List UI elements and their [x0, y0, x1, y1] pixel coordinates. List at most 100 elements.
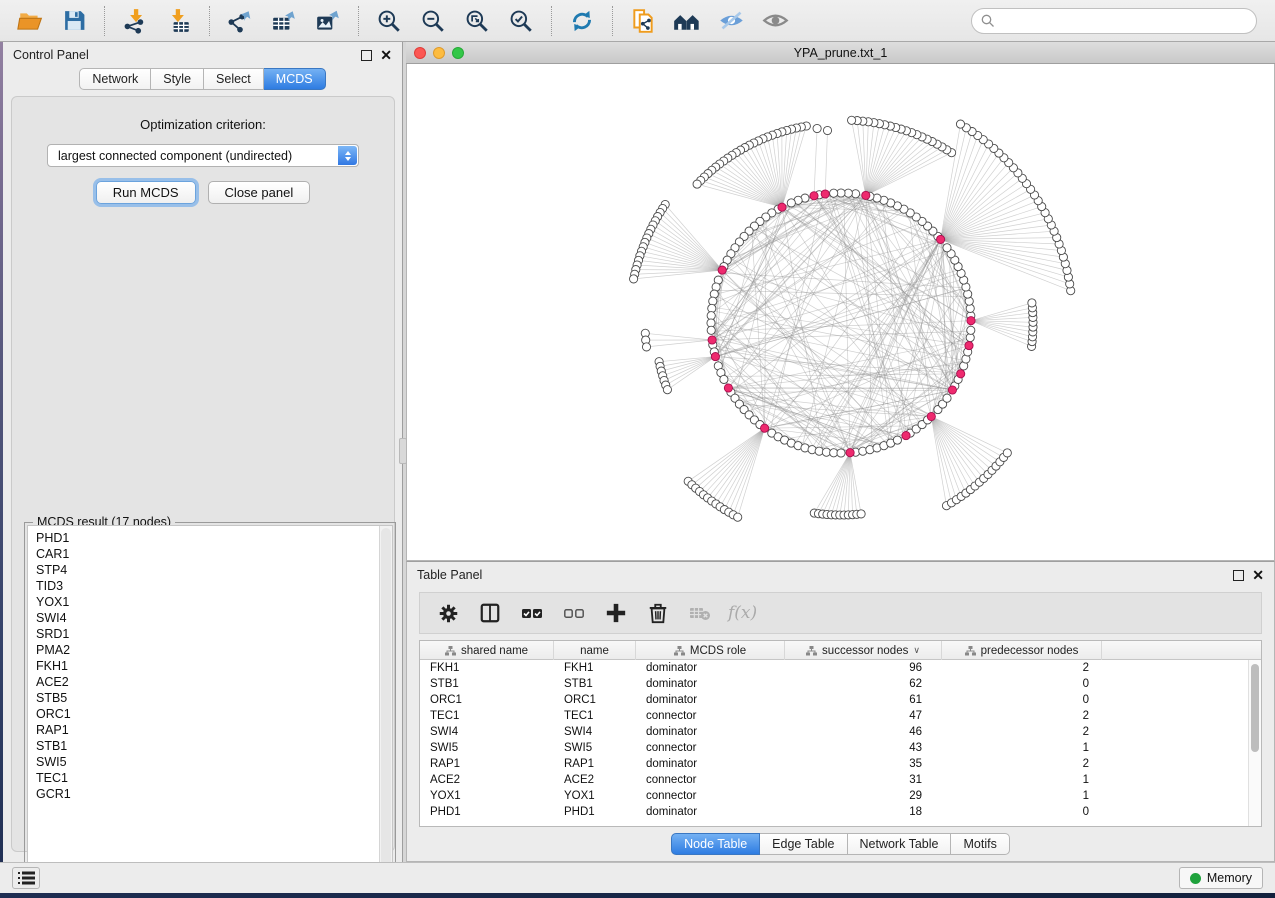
mcds-result-item[interactable]: SRD1: [36, 626, 392, 642]
task-history-button[interactable]: [12, 867, 40, 889]
table-cell[interactable]: 61: [785, 692, 942, 708]
network-window-titlebar[interactable]: YPA_prune.txt_1: [406, 42, 1275, 64]
table-cell[interactable]: ACE2: [554, 772, 636, 788]
table-cell[interactable]: 18: [785, 804, 942, 820]
tab-network-table[interactable]: Network Table: [848, 833, 952, 855]
table-cell[interactable]: YOX1: [554, 788, 636, 804]
table-cell[interactable]: dominator: [636, 804, 785, 820]
table-settings-button[interactable]: [434, 599, 462, 627]
mcds-result-item[interactable]: ORC1: [36, 706, 392, 722]
table-cell[interactable]: 1: [942, 772, 1102, 788]
table-cell[interactable]: 1: [942, 788, 1102, 804]
tab-edge-table[interactable]: Edge Table: [760, 833, 847, 855]
table-scrollbar[interactable]: [1248, 660, 1261, 826]
open-button[interactable]: [10, 4, 50, 38]
table-cell[interactable]: SWI5: [420, 740, 554, 756]
zoom-fit-button[interactable]: [457, 4, 497, 38]
import-network-button[interactable]: [115, 4, 155, 38]
add-column-button[interactable]: [602, 599, 630, 627]
table-cell[interactable]: connector: [636, 708, 785, 724]
export-table-button[interactable]: [264, 4, 304, 38]
tab-style[interactable]: Style: [151, 68, 204, 90]
table-cell[interactable]: SWI5: [554, 740, 636, 756]
search-input[interactable]: [971, 8, 1257, 34]
table-cell[interactable]: 62: [785, 676, 942, 692]
table-cell[interactable]: connector: [636, 740, 785, 756]
table-cell[interactable]: dominator: [636, 692, 785, 708]
table-cell[interactable]: [1102, 804, 1261, 820]
save-button[interactable]: [54, 4, 94, 38]
mcds-result-item[interactable]: SWI4: [36, 610, 392, 626]
table-cell[interactable]: 29: [785, 788, 942, 804]
table-cell[interactable]: 46: [785, 724, 942, 740]
zoom-in-button[interactable]: [369, 4, 409, 38]
table-cell[interactable]: connector: [636, 772, 785, 788]
column-header-predecessor-nodes[interactable]: predecessor nodes: [942, 641, 1102, 660]
function-builder-button[interactable]: f(x): [728, 603, 757, 623]
mcds-result-item[interactable]: TEC1: [36, 770, 392, 786]
table-cell[interactable]: PHD1: [420, 804, 554, 820]
table-cell[interactable]: dominator: [636, 676, 785, 692]
table-cell[interactable]: YOX1: [420, 788, 554, 804]
column-header-successor-nodes[interactable]: successor nodes ∨: [785, 641, 942, 660]
chevron-down-icon[interactable]: ∨: [913, 645, 920, 656]
mcds-result-item[interactable]: PMA2: [36, 642, 392, 658]
table-cell[interactable]: FKH1: [420, 660, 554, 676]
mcds-result-item[interactable]: GCR1: [36, 786, 392, 802]
mcds-result-item[interactable]: RAP1: [36, 722, 392, 738]
column-header-mcds-role[interactable]: MCDS role: [636, 641, 785, 660]
mcds-result-item[interactable]: PHD1: [36, 530, 392, 546]
table-cell[interactable]: 2: [942, 724, 1102, 740]
table-cell[interactable]: 43: [785, 740, 942, 756]
mcds-result-item[interactable]: YOX1: [36, 594, 392, 610]
table-cell[interactable]: 2: [942, 708, 1102, 724]
mcds-result-item[interactable]: STB5: [36, 690, 392, 706]
mcds-result-list[interactable]: PHD1CAR1STP4TID3YOX1SWI4SRD1PMA2FKH1ACE2…: [27, 525, 393, 890]
table-cell[interactable]: 31: [785, 772, 942, 788]
table-row[interactable]: RAP1RAP1dominator352: [420, 756, 1261, 772]
mcds-result-item[interactable]: SWI5: [36, 754, 392, 770]
table-cell[interactable]: 0: [942, 676, 1102, 692]
table-cell[interactable]: ORC1: [420, 692, 554, 708]
mcds-result-item[interactable]: STB1: [36, 738, 392, 754]
close-panel-button[interactable]: Close panel: [208, 181, 311, 204]
run-mcds-button[interactable]: Run MCDS: [96, 181, 196, 204]
mcds-result-item[interactable]: FKH1: [36, 658, 392, 674]
delete-table-button[interactable]: [686, 599, 714, 627]
table-cell[interactable]: SWI4: [420, 724, 554, 740]
memory-button[interactable]: Memory: [1179, 867, 1263, 889]
duplicate-network-button[interactable]: [623, 4, 663, 38]
tab-mcds[interactable]: MCDS: [264, 68, 326, 90]
table-row[interactable]: TEC1TEC1connector472: [420, 708, 1261, 724]
network-canvas[interactable]: [406, 64, 1275, 561]
table-cell[interactable]: [1102, 772, 1261, 788]
table-cell[interactable]: [1102, 756, 1261, 772]
close-panel-icon[interactable]: ✕: [1252, 570, 1264, 581]
table-cell[interactable]: TEC1: [420, 708, 554, 724]
tab-motifs[interactable]: Motifs: [951, 833, 1009, 855]
refresh-button[interactable]: [562, 4, 602, 38]
mcds-result-item[interactable]: CAR1: [36, 546, 392, 562]
column-chooser-button[interactable]: [476, 599, 504, 627]
table-cell[interactable]: [1102, 788, 1261, 804]
tab-node-table[interactable]: Node Table: [671, 833, 760, 855]
table-cell[interactable]: RAP1: [554, 756, 636, 772]
select-all-button[interactable]: [518, 599, 546, 627]
table-cell[interactable]: ACE2: [420, 772, 554, 788]
table-cell[interactable]: STB1: [554, 676, 636, 692]
table-cell[interactable]: 35: [785, 756, 942, 772]
tab-select[interactable]: Select: [204, 68, 264, 90]
scrollbar-thumb[interactable]: [1251, 664, 1259, 752]
first-neighbors-button[interactable]: [667, 4, 707, 38]
table-cell[interactable]: 96: [785, 660, 942, 676]
table-cell[interactable]: [1102, 708, 1261, 724]
zoom-out-button[interactable]: [413, 4, 453, 38]
export-network-button[interactable]: [220, 4, 260, 38]
mcds-list-scrollbar[interactable]: [379, 526, 392, 889]
export-image-button[interactable]: [308, 4, 348, 38]
table-row[interactable]: ORC1ORC1dominator610: [420, 692, 1261, 708]
import-table-button[interactable]: [159, 4, 199, 38]
table-cell[interactable]: ORC1: [554, 692, 636, 708]
table-cell[interactable]: SWI4: [554, 724, 636, 740]
table-row[interactable]: YOX1YOX1connector291: [420, 788, 1261, 804]
